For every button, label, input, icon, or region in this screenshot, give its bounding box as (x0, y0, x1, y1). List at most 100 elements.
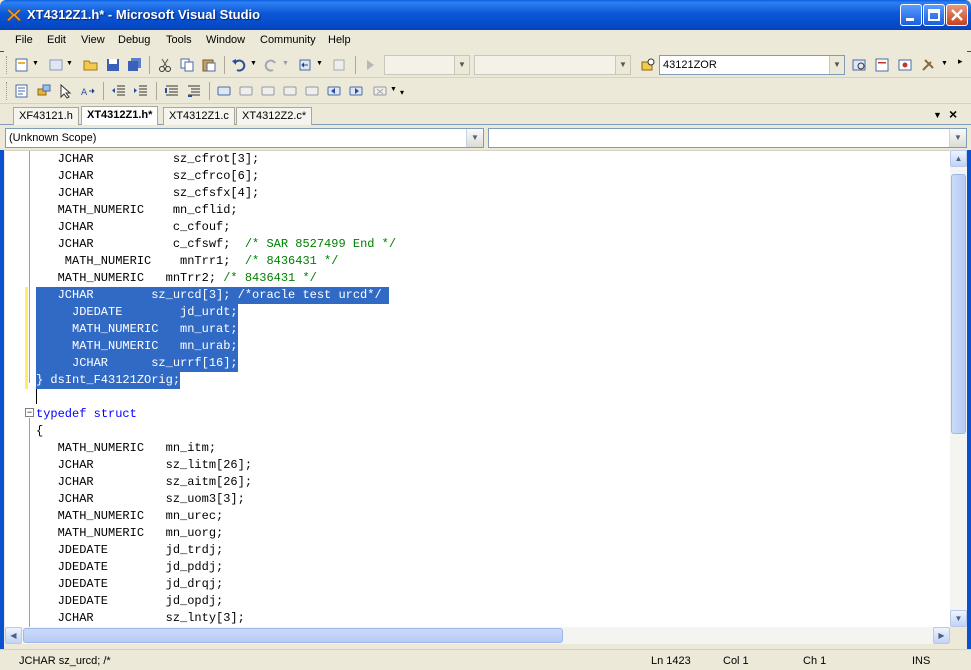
status-line: Ln 1423 (651, 655, 691, 667)
comment-lines-icon[interactable] (164, 83, 180, 99)
paste-icon[interactable] (201, 57, 217, 73)
solution-configuration-combo[interactable]: ▼ (384, 55, 470, 75)
next-bookmark-in-folder-icon[interactable] (304, 83, 320, 99)
add-item-icon[interactable] (48, 57, 64, 73)
svg-text:A: A (81, 88, 88, 98)
code-line: MATH_NUMERIC mnTrr2; /* 8436431 */ (36, 270, 317, 287)
toolbar-overflow-icon[interactable]: ▸ (958, 56, 963, 67)
menu-tools[interactable]: Tools (166, 34, 192, 46)
menu-edit[interactable]: Edit (47, 34, 66, 46)
document-tabs: XF43121.h XT4312Z1.h* XT4312Z1.c XT4312Z… (0, 104, 971, 125)
tab-xf43121-h[interactable]: XF43121.h (13, 107, 79, 125)
copy-icon[interactable] (179, 57, 195, 73)
cut-icon[interactable] (157, 57, 173, 73)
active-files-dropdown-icon[interactable]: ▼ (933, 110, 942, 120)
redo-icon[interactable] (263, 57, 279, 73)
menu-community[interactable]: Community (260, 34, 316, 46)
uncomment-lines-icon[interactable] (186, 83, 202, 99)
solution-platform-combo[interactable]: ▼ (474, 55, 631, 75)
display-object-member-list-icon[interactable] (14, 83, 30, 99)
scroll-right-icon[interactable]: ▶ (933, 627, 950, 644)
scroll-left-icon[interactable]: ◀ (5, 627, 22, 644)
scope-combo[interactable]: (Unknown Scope) ▼ (5, 128, 484, 148)
previous-bookmark-in-folder-icon[interactable] (282, 83, 298, 99)
previous-bookmark-in-document-icon[interactable] (326, 83, 342, 99)
code-comment: /* 8436431 */ (223, 271, 317, 285)
toolbar-grip[interactable] (6, 82, 9, 100)
code-line: JCHAR sz_cfsfx[4]; (36, 186, 260, 200)
object-browser-icon[interactable] (897, 57, 913, 73)
scroll-up-icon[interactable]: ▲ (950, 150, 967, 167)
dropdown-arrow-icon[interactable]: ▼ (941, 60, 948, 67)
dropdown-arrow-icon[interactable]: ▼ (316, 60, 323, 67)
horizontal-scroll-thumb[interactable] (23, 628, 563, 643)
close-icon (951, 9, 963, 21)
toolbar-grip[interactable] (6, 56, 9, 74)
decrease-indent-icon[interactable] (111, 83, 127, 99)
previous-bookmark-icon[interactable] (238, 83, 254, 99)
navigate-backward-icon[interactable] (297, 57, 313, 73)
new-project-icon[interactable] (14, 57, 30, 73)
start-debugging-icon[interactable] (362, 57, 378, 73)
status-bar: JCHAR sz_urcd; /* Ln 1423 Col 1 Ch 1 INS (0, 649, 971, 670)
menu-debug[interactable]: Debug (118, 34, 150, 46)
tab-xt4312z1-c[interactable]: XT4312Z1.c (163, 107, 235, 125)
code-comment: /* SAR 8527499 End */ (244, 237, 397, 251)
next-bookmark-in-document-icon[interactable] (348, 83, 364, 99)
parameter-info-icon[interactable] (36, 83, 52, 99)
toolbox-icon[interactable] (920, 57, 936, 73)
selected-code-line: JCHAR sz_urrf[16]; (36, 355, 238, 372)
toolbar-overflow-icon[interactable]: ▾ (400, 88, 404, 97)
undo-icon[interactable] (231, 57, 247, 73)
minimize-button[interactable] (900, 4, 922, 26)
code-text: MATH_NUMERIC mnTrr1; (36, 254, 245, 268)
vertical-scroll-thumb[interactable] (951, 174, 966, 434)
code-line: JDEDATE jd_pddj; (36, 560, 224, 574)
menu-view[interactable]: View (81, 34, 105, 46)
vertical-scrollbar[interactable]: ▲ ▼ (950, 150, 967, 627)
selected-code-line: } dsInt_F43121ZOrig; (36, 372, 181, 389)
properties-window-icon[interactable] (874, 57, 890, 73)
navigate-forward-icon[interactable] (331, 57, 347, 73)
close-tab-icon[interactable]: × (949, 106, 957, 122)
tab-xt4312z1-h[interactable]: XT4312Z1.h* (81, 106, 159, 125)
save-icon[interactable] (105, 57, 121, 73)
code-editor[interactable]: − JCHAR sz_cfrot[3]; JCHAR sz_cfrco[6]; … (5, 150, 950, 627)
find-combo[interactable]: 43121ZOR ▼ (659, 55, 845, 75)
horizontal-scrollbar[interactable]: ◀ ▶ (5, 627, 950, 644)
clear-bookmarks-icon[interactable] (372, 83, 388, 99)
dropdown-arrow-icon[interactable]: ▼ (390, 86, 397, 93)
dropdown-arrow-icon[interactable]: ▼ (66, 60, 73, 67)
dropdown-arrow-icon[interactable]: ▼ (32, 60, 39, 67)
quick-info-icon[interactable] (58, 83, 74, 99)
member-combo[interactable]: ▼ (488, 128, 967, 148)
open-folder-icon[interactable] (83, 57, 99, 73)
dropdown-arrow-icon[interactable]: ▼ (282, 60, 289, 67)
close-window-button[interactable] (946, 4, 968, 26)
menu-file[interactable]: File (15, 34, 33, 46)
code-area[interactable]: JCHAR sz_cfrot[3]; JCHAR sz_cfrco[6]; JC… (5, 151, 950, 627)
scroll-down-icon[interactable]: ▼ (950, 610, 967, 627)
menu-bar: File Edit View Debug Tools Window Commun… (0, 30, 971, 51)
menu-window[interactable]: Window (206, 34, 245, 46)
chevron-down-icon: ▼ (466, 129, 483, 147)
menu-help[interactable]: Help (328, 34, 351, 46)
maximize-button[interactable] (923, 4, 945, 26)
find-in-files-icon[interactable] (640, 57, 656, 73)
toolbar-separator (355, 56, 356, 74)
visual-studio-icon (6, 8, 22, 22)
save-all-icon[interactable] (127, 57, 143, 73)
tab-xt4312z2-c[interactable]: XT4312Z2.c* (236, 107, 313, 125)
text-caret (36, 389, 37, 404)
maximize-icon (928, 9, 940, 21)
bookmark-toggle-icon[interactable] (216, 83, 232, 99)
code-line: JDEDATE jd_drqj; (36, 577, 224, 591)
next-bookmark-icon[interactable] (260, 83, 276, 99)
standard-toolbar: ▼ ▼ ▼ ▼ ▼ ▼ ▼ 43121ZOR ▼ ▼ ▸ (0, 52, 971, 78)
navigation-bar: (Unknown Scope) ▼ ▼ (0, 125, 971, 150)
dropdown-arrow-icon[interactable]: ▼ (250, 60, 257, 67)
solution-explorer-icon[interactable] (851, 57, 867, 73)
increase-indent-icon[interactable] (133, 83, 149, 99)
selected-code-line: JCHAR sz_urcd[3]; /*oracle test urcd*/ (36, 287, 389, 304)
complete-word-icon[interactable]: A (80, 83, 96, 99)
